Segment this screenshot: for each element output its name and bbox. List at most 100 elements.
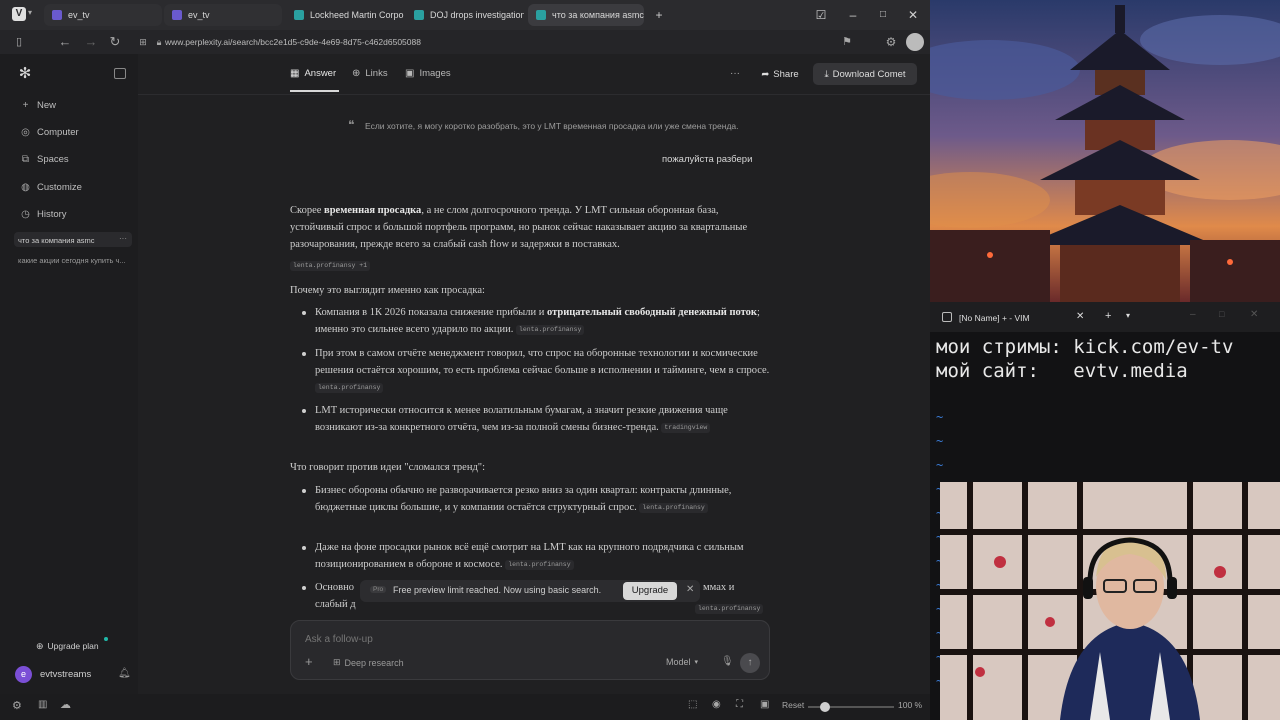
source-chip[interactable]: lenta.profinansy — [695, 600, 764, 618]
tab-label: DOJ drops investigation of — [430, 10, 524, 20]
notification-dot — [104, 637, 108, 641]
list-bullet — [302, 546, 306, 550]
model-selector[interactable]: Model ▾ — [666, 657, 698, 667]
webcam-overlay-image — [940, 482, 1280, 720]
vim-close-icon[interactable]: ✕ — [1250, 309, 1258, 320]
vim-tab-menu-icon[interactable]: ▾ — [1126, 311, 1130, 320]
vim-tab-close-icon[interactable]: ✕ — [1076, 311, 1084, 322]
sidebar-item-label: Spaces — [37, 154, 69, 165]
tab-bar: V ▾ ev_tv ev_tv Lockheed Martin Corporat… — [0, 0, 930, 30]
back-arrow-icon[interactable]: ← — [56, 33, 74, 51]
deep-research-toggle[interactable]: ⊞ Deep research — [333, 657, 404, 668]
new-tab-plus-icon[interactable]: + — [650, 6, 668, 24]
zoom-slider-knob[interactable] — [820, 702, 830, 712]
tab-sync-icon[interactable]: ☑ — [812, 6, 830, 24]
source-chip[interactable]: lenta.profinansy — [315, 382, 384, 393]
section-heading: Почему это выглядит именно как просадка: — [290, 285, 485, 296]
streamer-webcam-photo — [940, 482, 1280, 720]
bookmark-icon[interactable]: ⚑ — [838, 33, 856, 51]
zoom-reset-button[interactable]: Reset — [782, 700, 804, 710]
cloud-icon[interactable]: ☁ — [60, 698, 71, 711]
image-icon: ▣ — [405, 68, 415, 79]
upgrade-button[interactable]: Upgrade — [623, 582, 677, 600]
pro-badge: Pro — [370, 586, 387, 593]
followup-input[interactable] — [303, 629, 687, 649]
customize-icon: ◍ — [21, 182, 30, 193]
tab-menu-chevron-icon[interactable]: ▾ — [28, 8, 32, 17]
sidebar: ✻ + New ◎ Computer ⧉ Spaces ◍ Customize … — [0, 54, 138, 720]
tile-icon[interactable]: ▥ — [38, 699, 47, 710]
url-field[interactable]: www.perplexity.ai/search/bcc2e1d5-c9de-4… — [165, 34, 421, 50]
vim-text-line: мои стримы: kick.com/ev-tv — [936, 336, 1234, 358]
tab-item[interactable]: DOJ drops investigation of — [406, 4, 524, 26]
source-chip[interactable]: lenta.profinansy — [639, 502, 708, 513]
tab-answer[interactable]: ▦ Answer — [290, 68, 336, 79]
vim-minimize-icon[interactable]: – — [1190, 309, 1196, 320]
tab-item[interactable]: ev_tv — [164, 4, 282, 26]
sidebar-item-computer[interactable]: ◎ Computer — [20, 127, 79, 138]
list-bullet — [302, 489, 306, 493]
sidebar-item-spaces[interactable]: ⧉ Spaces — [20, 154, 69, 165]
tab-favicon-icon — [414, 10, 424, 20]
attach-plus-icon[interactable]: + — [305, 654, 313, 669]
user-avatar[interactable]: e — [15, 666, 32, 683]
share-button[interactable]: ➦ Share — [754, 63, 806, 85]
download-comet-button[interactable]: ⤓ Download Comet — [813, 63, 917, 85]
thread-item[interactable]: какие акции сегодня купить ч... — [18, 256, 126, 265]
user-name[interactable]: evtvstreams — [40, 669, 91, 680]
pagoda-scenery-illustration — [930, 0, 1280, 302]
quote-icon: ❝ — [348, 118, 355, 132]
reader-icon[interactable]: ◉ — [712, 699, 721, 710]
sidebar-item-new[interactable]: + New — [20, 100, 56, 111]
maximize-icon[interactable]: □ — [874, 6, 892, 24]
active-tab-underline — [290, 90, 339, 92]
forward-arrow-icon[interactable]: → — [82, 33, 100, 51]
source-chip[interactable]: tradingview — [661, 422, 711, 433]
sidebar-item-label: Customize — [37, 182, 82, 193]
chevron-down-icon: ▾ — [694, 659, 699, 666]
answer-icon: ▦ — [290, 68, 300, 79]
deep-research-icon: ⊞ — [333, 657, 341, 667]
image-toggle-icon[interactable]: ▣ — [760, 699, 769, 710]
perplexity-logo-icon[interactable]: ✻ — [17, 66, 33, 82]
close-banner-icon[interactable]: ✕ — [686, 584, 694, 595]
upgrade-plan-button[interactable]: ⊕ Upgrade plan — [36, 639, 116, 653]
collapse-sidebar-icon[interactable] — [114, 68, 126, 79]
submit-button[interactable]: ↑ — [740, 653, 760, 673]
sidebar-item-history[interactable]: ◷ History — [20, 209, 66, 220]
source-chip[interactable]: lenta.profinansy — [515, 324, 585, 335]
minimize-icon[interactable]: – — [844, 6, 862, 24]
browser-status-bar: ⚙ ▥ ☁ ⬚ ◉ ⛶ ▣ Reset 100 % — [0, 694, 930, 720]
vim-empty-line-marker: ~ — [936, 458, 944, 472]
tab-images[interactable]: ▣ Images — [405, 68, 451, 79]
extensions-icon[interactable]: ⚙ — [882, 33, 900, 51]
capture-icon[interactable]: ⬚ — [688, 699, 697, 710]
more-options-icon[interactable]: ··· — [730, 68, 740, 79]
upgrade-icon: ⊕ — [36, 640, 44, 651]
page-actions-icon[interactable]: ⛶ — [736, 699, 743, 710]
source-chip[interactable]: lenta.profinansy +1 — [290, 257, 371, 275]
tab-item[interactable]: ev_tv — [44, 4, 162, 26]
tab-item[interactable]: Lockheed Martin Corporat — [286, 4, 404, 26]
sidebar-item-label: Computer — [37, 127, 79, 138]
tab-label: Lockheed Martin Corporat — [310, 10, 404, 20]
vim-empty-line-marker: ~ — [936, 434, 944, 448]
profile-avatar[interactable] — [906, 33, 924, 51]
reload-icon[interactable]: ↻ — [106, 33, 124, 51]
source-chip[interactable]: lenta.profinansy — [505, 559, 574, 570]
list-bullet — [302, 311, 306, 315]
tab-item-active[interactable]: что за компания asmc — [528, 4, 644, 26]
thread-item[interactable]: что за компания asmc — [18, 236, 95, 245]
tab-links[interactable]: ⊕ Links — [352, 68, 388, 79]
thread-more-icon[interactable]: ··· — [119, 234, 127, 243]
vivaldi-logo-icon[interactable]: V — [12, 7, 26, 21]
close-window-icon[interactable]: ✕ — [904, 6, 922, 24]
sidebar-item-customize[interactable]: ◍ Customize — [20, 182, 82, 193]
microphone-icon[interactable]: 🎙︎ — [721, 656, 734, 667]
panel-toggle-icon[interactable]: ▯ — [10, 33, 28, 51]
vim-new-tab-icon[interactable]: + — [1105, 310, 1111, 322]
history-icon: ◷ — [21, 209, 30, 220]
bell-icon[interactable]: 🔔︎ — [118, 668, 131, 679]
settings-icon[interactable]: ⚙ — [12, 699, 22, 712]
vim-maximize-icon[interactable]: □ — [1219, 309, 1224, 319]
